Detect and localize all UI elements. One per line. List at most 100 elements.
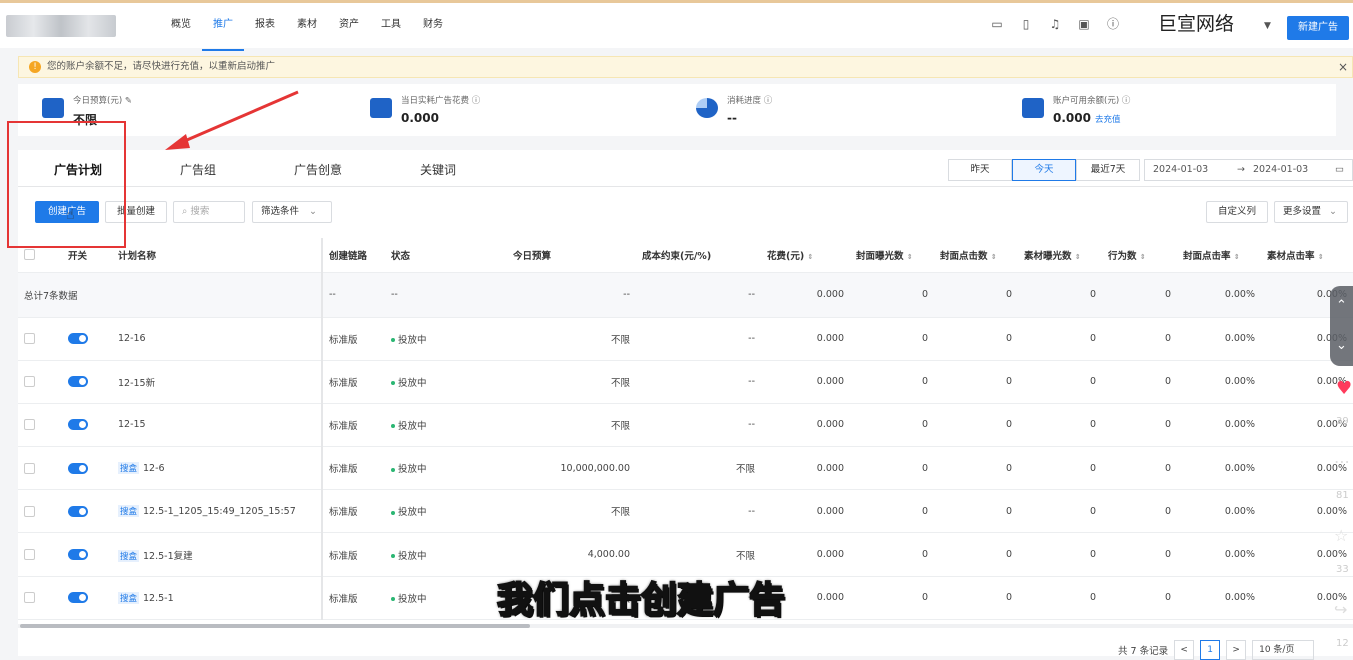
plan-name-cell[interactable]: 搜盒 12.5-1 bbox=[112, 576, 323, 620]
bell-icon[interactable]: ♫ bbox=[1048, 17, 1062, 31]
col-actions[interactable]: 行为数 ⇕ bbox=[1102, 238, 1177, 273]
row-select-cell[interactable] bbox=[18, 403, 62, 448]
table-row[interactable]: 搜盒 12.5-1复建 标准版 投放中 4,000.00 不限 0.000 0 0 0 0 0.00%… bbox=[18, 532, 1353, 577]
row-switch-cell[interactable] bbox=[62, 532, 112, 577]
row-checkbox[interactable] bbox=[24, 462, 35, 474]
nav-overview[interactable]: 概览 bbox=[160, 3, 202, 51]
col-spend[interactable]: 花费(元) ⇕ bbox=[761, 238, 850, 273]
horizontal-scrollbar[interactable] bbox=[18, 624, 1353, 628]
row-checkbox[interactable] bbox=[24, 505, 35, 517]
row-switch-cell[interactable] bbox=[62, 317, 112, 361]
tab-ad-groups[interactable]: 广告组 bbox=[138, 156, 258, 186]
budget-cell[interactable]: 不限 bbox=[507, 403, 636, 448]
col-material-impr[interactable]: 素材曝光数 ⇕ bbox=[1018, 238, 1102, 273]
row-toggle[interactable] bbox=[68, 505, 88, 517]
row-select-cell[interactable] bbox=[18, 489, 62, 534]
col-cover-ctr[interactable]: 封面点击率 ⇕ bbox=[1177, 238, 1261, 273]
nav-assets[interactable]: 资产 bbox=[328, 3, 370, 51]
plan-name[interactable]: 12-15 bbox=[118, 419, 146, 430]
budget-cell[interactable]: 不限 bbox=[507, 489, 636, 534]
search-input[interactable]: ⌕ 搜索 bbox=[173, 201, 245, 223]
plan-name-cell[interactable]: 搜盒 12.5-1复建 bbox=[112, 532, 323, 577]
scrollbar-thumb[interactable] bbox=[20, 624, 530, 628]
filter-dropdown[interactable]: 筛选条件 ⌄ bbox=[252, 201, 332, 223]
plan-name-cell[interactable]: 12-16 bbox=[112, 317, 323, 361]
date-today-button[interactable]: 今天 bbox=[1012, 159, 1076, 181]
row-switch-cell[interactable] bbox=[62, 576, 112, 620]
table-row[interactable]: 搜盒 12-6 标准版 投放中 10,000,000.00 不限 0.000 0 0 0 0 0.00… bbox=[18, 446, 1353, 491]
row-toggle[interactable] bbox=[68, 592, 88, 604]
nav-tools[interactable]: 工具 bbox=[370, 3, 412, 51]
plan-name-cell[interactable]: 12-15 bbox=[112, 403, 323, 448]
plan-name-cell[interactable]: 搜盒 12.5-1_1205_15:49_1205_15:57 bbox=[112, 489, 323, 534]
row-toggle[interactable] bbox=[68, 549, 88, 561]
recharge-link[interactable]: 去充值 bbox=[1095, 115, 1121, 125]
col-cover-impr[interactable]: 封面曝光数 ⇕ bbox=[850, 238, 934, 273]
plan-name[interactable]: 12-15新 bbox=[118, 378, 155, 389]
plan-name-cell[interactable]: 搜盒 12-6 bbox=[112, 446, 323, 491]
row-switch-cell[interactable] bbox=[62, 360, 112, 404]
budget-cell[interactable]: 不限 bbox=[507, 360, 636, 404]
help-icon[interactable]: ⓘ bbox=[1106, 17, 1120, 31]
col-material-ctr[interactable]: 素材点击率 ⇕ bbox=[1261, 238, 1353, 273]
nav-finance[interactable]: 财务 bbox=[412, 3, 454, 51]
star-icon[interactable]: ☆ bbox=[1334, 526, 1348, 545]
row-select-cell[interactable] bbox=[18, 360, 62, 404]
row-checkbox[interactable] bbox=[24, 376, 35, 388]
row-select-cell[interactable] bbox=[18, 576, 62, 620]
row-toggle[interactable] bbox=[68, 462, 88, 474]
share-icon[interactable]: ↪ bbox=[1334, 600, 1347, 619]
next-page-button[interactable]: > bbox=[1226, 640, 1247, 660]
plan-name[interactable]: 12.5-1_1205_15:49_1205_15:57 bbox=[143, 506, 296, 517]
row-checkbox[interactable] bbox=[24, 592, 35, 604]
row-switch-cell[interactable] bbox=[62, 403, 112, 448]
page-1-button[interactable]: 1 bbox=[1200, 640, 1221, 660]
row-checkbox[interactable] bbox=[24, 333, 35, 345]
budget-cell[interactable]: 4,000.00 bbox=[507, 532, 636, 577]
row-select-cell[interactable] bbox=[18, 317, 62, 361]
row-toggle[interactable] bbox=[68, 376, 88, 388]
date-range-picker[interactable]: 2024-01-03 → 2024-01-03 ▭ bbox=[1144, 159, 1353, 181]
tab-keywords[interactable]: 关键词 bbox=[378, 156, 498, 186]
table-row[interactable]: 12-15新 标准版 投放中 不限 -- 0.000 0 0 0 0 0.00% 0.00% bbox=[18, 360, 1353, 404]
nav-promotion[interactable]: 推广 bbox=[202, 3, 244, 51]
date-7days-button[interactable]: 最近7天 bbox=[1076, 159, 1140, 181]
plan-name[interactable]: 12.5-1 bbox=[143, 593, 174, 604]
row-select-cell[interactable] bbox=[18, 532, 62, 577]
chevron-down-icon[interactable]: ▼ bbox=[1264, 21, 1271, 31]
row-switch-cell[interactable] bbox=[62, 446, 112, 491]
nav-reports[interactable]: 报表 bbox=[244, 3, 286, 51]
chevron-down-icon[interactable]: ⌄ bbox=[1330, 326, 1353, 366]
row-toggle[interactable] bbox=[68, 419, 88, 431]
phone-icon[interactable]: ▯ bbox=[1019, 17, 1033, 31]
row-select-cell[interactable] bbox=[18, 446, 62, 491]
prev-page-button[interactable]: < bbox=[1174, 640, 1195, 660]
plan-name-cell[interactable]: 12-15新 bbox=[112, 360, 323, 404]
table-row[interactable]: 12-15 标准版 投放中 不限 -- 0.000 0 0 0 0 0.00% 0.00% bbox=[18, 403, 1353, 448]
table-row[interactable]: 12-16标准版投放中不限--0.00000000.00%0.00% bbox=[18, 317, 1353, 361]
chevron-up-icon[interactable]: ⌃ bbox=[1330, 286, 1353, 326]
plan-name[interactable]: 12.5-1复建 bbox=[143, 551, 193, 562]
custom-columns-button[interactable]: 自定义列 bbox=[1206, 201, 1268, 223]
budget-cell[interactable]: 10,000,000.00 bbox=[507, 446, 636, 491]
row-checkbox[interactable] bbox=[24, 419, 35, 431]
col-budget[interactable]: 今日预算 bbox=[507, 238, 636, 273]
plan-name[interactable]: 12-16 bbox=[118, 333, 146, 344]
plan-name[interactable]: 12-6 bbox=[143, 463, 165, 474]
row-checkbox[interactable] bbox=[24, 549, 35, 561]
message-icon[interactable]: ▣ bbox=[1077, 17, 1091, 31]
side-scroll-control[interactable]: ⌃ ⌄ bbox=[1330, 286, 1353, 366]
date-yesterday-button[interactable]: 昨天 bbox=[948, 159, 1012, 181]
select-all-checkbox[interactable] bbox=[24, 249, 35, 261]
row-switch-cell[interactable] bbox=[62, 489, 112, 534]
col-cost[interactable]: 成本约束(元/%) bbox=[636, 238, 761, 273]
close-icon[interactable]: × bbox=[1338, 57, 1348, 77]
page-size-select[interactable]: 10 条/页 bbox=[1252, 640, 1315, 660]
blurred-logo[interactable] bbox=[6, 15, 116, 37]
tab-creatives[interactable]: 广告创意 bbox=[258, 156, 378, 186]
col-cover-click[interactable]: 封面点击数 ⇕ bbox=[934, 238, 1018, 273]
more-settings-dropdown[interactable]: 更多设置 ⌄ bbox=[1274, 201, 1348, 223]
tablet-icon[interactable]: ▭ bbox=[990, 17, 1004, 31]
row-toggle[interactable] bbox=[68, 333, 88, 345]
table-row[interactable]: 搜盒 12.5-1_1205_15:49_1205_15:57 标准版 投放中 不限 --… bbox=[18, 489, 1353, 534]
